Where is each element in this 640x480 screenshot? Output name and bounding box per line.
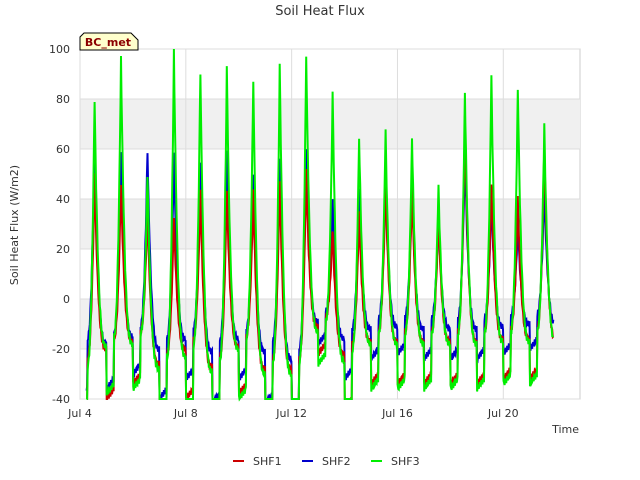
y-tick-label: -20 (52, 343, 70, 356)
legend-label: SHF3 (391, 455, 420, 468)
x-tick-labels: Jul 4 Jul 8 Jul 12 Jul 16 Jul 20 (67, 407, 519, 420)
x-tick-label: Jul 16 (381, 407, 413, 420)
x-tick-label: Jul 12 (275, 407, 307, 420)
y-tick-labels: -40 -20 0 20 40 60 80 100 (49, 43, 70, 406)
legend-label: SHF2 (322, 455, 351, 468)
legend-label: SHF1 (253, 455, 282, 468)
y-axis-label: Soil Heat Flux (W/m2) (8, 165, 21, 285)
plot-band (80, 99, 580, 149)
badge-label: BC_met (85, 36, 131, 49)
y-tick-label: -40 (52, 393, 70, 406)
y-tick-label: 100 (49, 43, 70, 56)
station-badge: BC_met (79, 32, 139, 51)
y-tick-label: 40 (56, 193, 70, 206)
x-tick-label: Jul 20 (487, 407, 519, 420)
soil-heat-flux-chart: Soil Heat Flux -40-20020406080100 Jul 4J… (8, 4, 581, 468)
chart-title: Soil Heat Flux (275, 4, 365, 19)
y-tick-label: 20 (56, 243, 70, 256)
x-tick-label: Jul 4 (67, 407, 92, 420)
x-axis-label: Time (551, 423, 579, 436)
legend: SHF1 SHF2 SHF3 (233, 455, 420, 468)
y-tick-label: 0 (63, 293, 70, 306)
y-tick-label: 80 (56, 93, 70, 106)
x-tick-label: Jul 8 (173, 407, 198, 420)
y-tick-label: 60 (56, 143, 70, 156)
